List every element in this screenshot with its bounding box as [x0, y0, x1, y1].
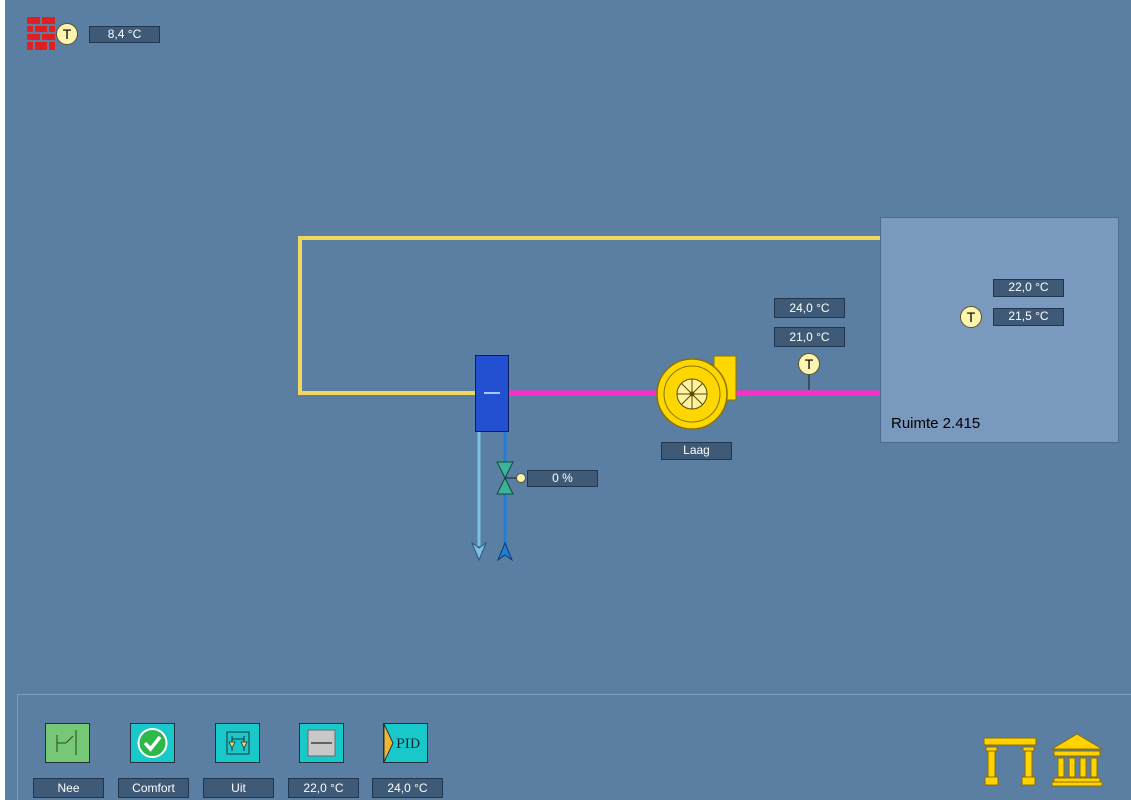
check-icon — [137, 728, 168, 758]
fan-icon[interactable] — [656, 354, 738, 434]
supply-setpoint-value[interactable]: 24,0 °C — [774, 298, 845, 318]
setpoint-button[interactable] — [299, 723, 344, 763]
pid-text: PID — [396, 737, 420, 752]
setpoint-label: 22,0 °C — [288, 778, 359, 798]
water-supply-arrow-icon — [496, 541, 514, 562]
mode-button[interactable] — [130, 723, 175, 763]
valve-mode-label: Uit — [203, 778, 274, 798]
supply-temp-value[interactable]: 21,0 °C — [774, 327, 845, 347]
building-icon[interactable] — [1050, 732, 1104, 788]
room-name: Ruimte 2.415 — [891, 415, 981, 432]
switch-button[interactable] — [45, 723, 90, 763]
room-setpoint-value[interactable]: 22,0 °C — [993, 279, 1064, 297]
room-temp-value[interactable]: 21,5 °C — [993, 308, 1064, 326]
fan-speed-value[interactable]: Laag — [661, 442, 732, 460]
pid-label: 24,0 °C — [372, 778, 443, 798]
pid-button[interactable]: PID — [383, 723, 428, 763]
pid-icon: PID — [383, 723, 420, 763]
valve-icon[interactable] — [495, 461, 527, 495]
supply-temp-sensor-icon[interactable]: T — [798, 353, 820, 375]
switch-label: Nee — [33, 778, 104, 798]
room-panel[interactable]: 22,0 °C T 21,5 °C Ruimte 2.415 — [880, 217, 1119, 443]
setpoint-icon — [307, 729, 336, 757]
plant-canvas: T 8,4 °C 0 % Laag 24,0 °C 21,0 °C T 22,0… — [0, 0, 1131, 800]
room-temp-sensor-icon[interactable]: T — [960, 306, 982, 328]
valve-position-value[interactable]: 0 % — [527, 470, 598, 487]
valve-mode-button[interactable] — [215, 723, 260, 763]
valve-mode-icon — [226, 731, 250, 755]
columns-icon[interactable] — [982, 736, 1038, 788]
switch-icon — [56, 730, 77, 755]
coil-icon[interactable] — [475, 355, 509, 432]
mode-label: Comfort — [118, 778, 189, 798]
